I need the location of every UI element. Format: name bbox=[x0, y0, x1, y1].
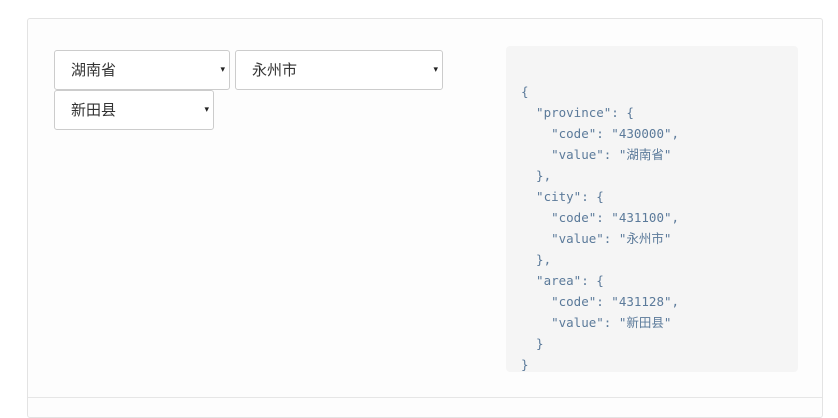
json-line: "code": "431128", bbox=[521, 294, 680, 309]
area-select-value: 新田县 bbox=[71, 101, 117, 119]
chevron-down-icon: ▾ bbox=[220, 65, 225, 75]
json-line: "province": { bbox=[521, 105, 634, 120]
json-line: }, bbox=[521, 168, 552, 183]
json-line: "code": "431100", bbox=[521, 210, 680, 225]
province-select-value: 湖南省 bbox=[71, 61, 117, 79]
json-output-block: { "province": { "code": "430000", "value… bbox=[506, 46, 798, 372]
json-line: "value": "新田县" bbox=[521, 315, 672, 330]
json-line: } bbox=[521, 336, 544, 351]
json-line: "area": { bbox=[521, 273, 604, 288]
json-line: "code": "430000", bbox=[521, 126, 680, 141]
cascader-demo-panel: 湖南省 ▾ 永州市 ▾ 新田县 ▾ { "province": { "code"… bbox=[27, 18, 823, 418]
json-line: "value": "湖南省" bbox=[521, 147, 672, 162]
province-select[interactable]: 湖南省 ▾ bbox=[54, 50, 230, 90]
json-line: } bbox=[521, 357, 529, 372]
json-line: "city": { bbox=[521, 189, 604, 204]
json-line: }, bbox=[521, 252, 552, 267]
json-line: "value": "永州市" bbox=[521, 231, 672, 246]
json-line: { bbox=[521, 84, 529, 99]
panel-divider bbox=[28, 397, 822, 398]
chevron-down-icon: ▾ bbox=[204, 105, 209, 115]
area-select[interactable]: 新田县 ▾ bbox=[54, 90, 214, 130]
chevron-down-icon: ▾ bbox=[433, 65, 438, 75]
city-select-value: 永州市 bbox=[252, 61, 298, 79]
city-select[interactable]: 永州市 ▾ bbox=[235, 50, 443, 90]
